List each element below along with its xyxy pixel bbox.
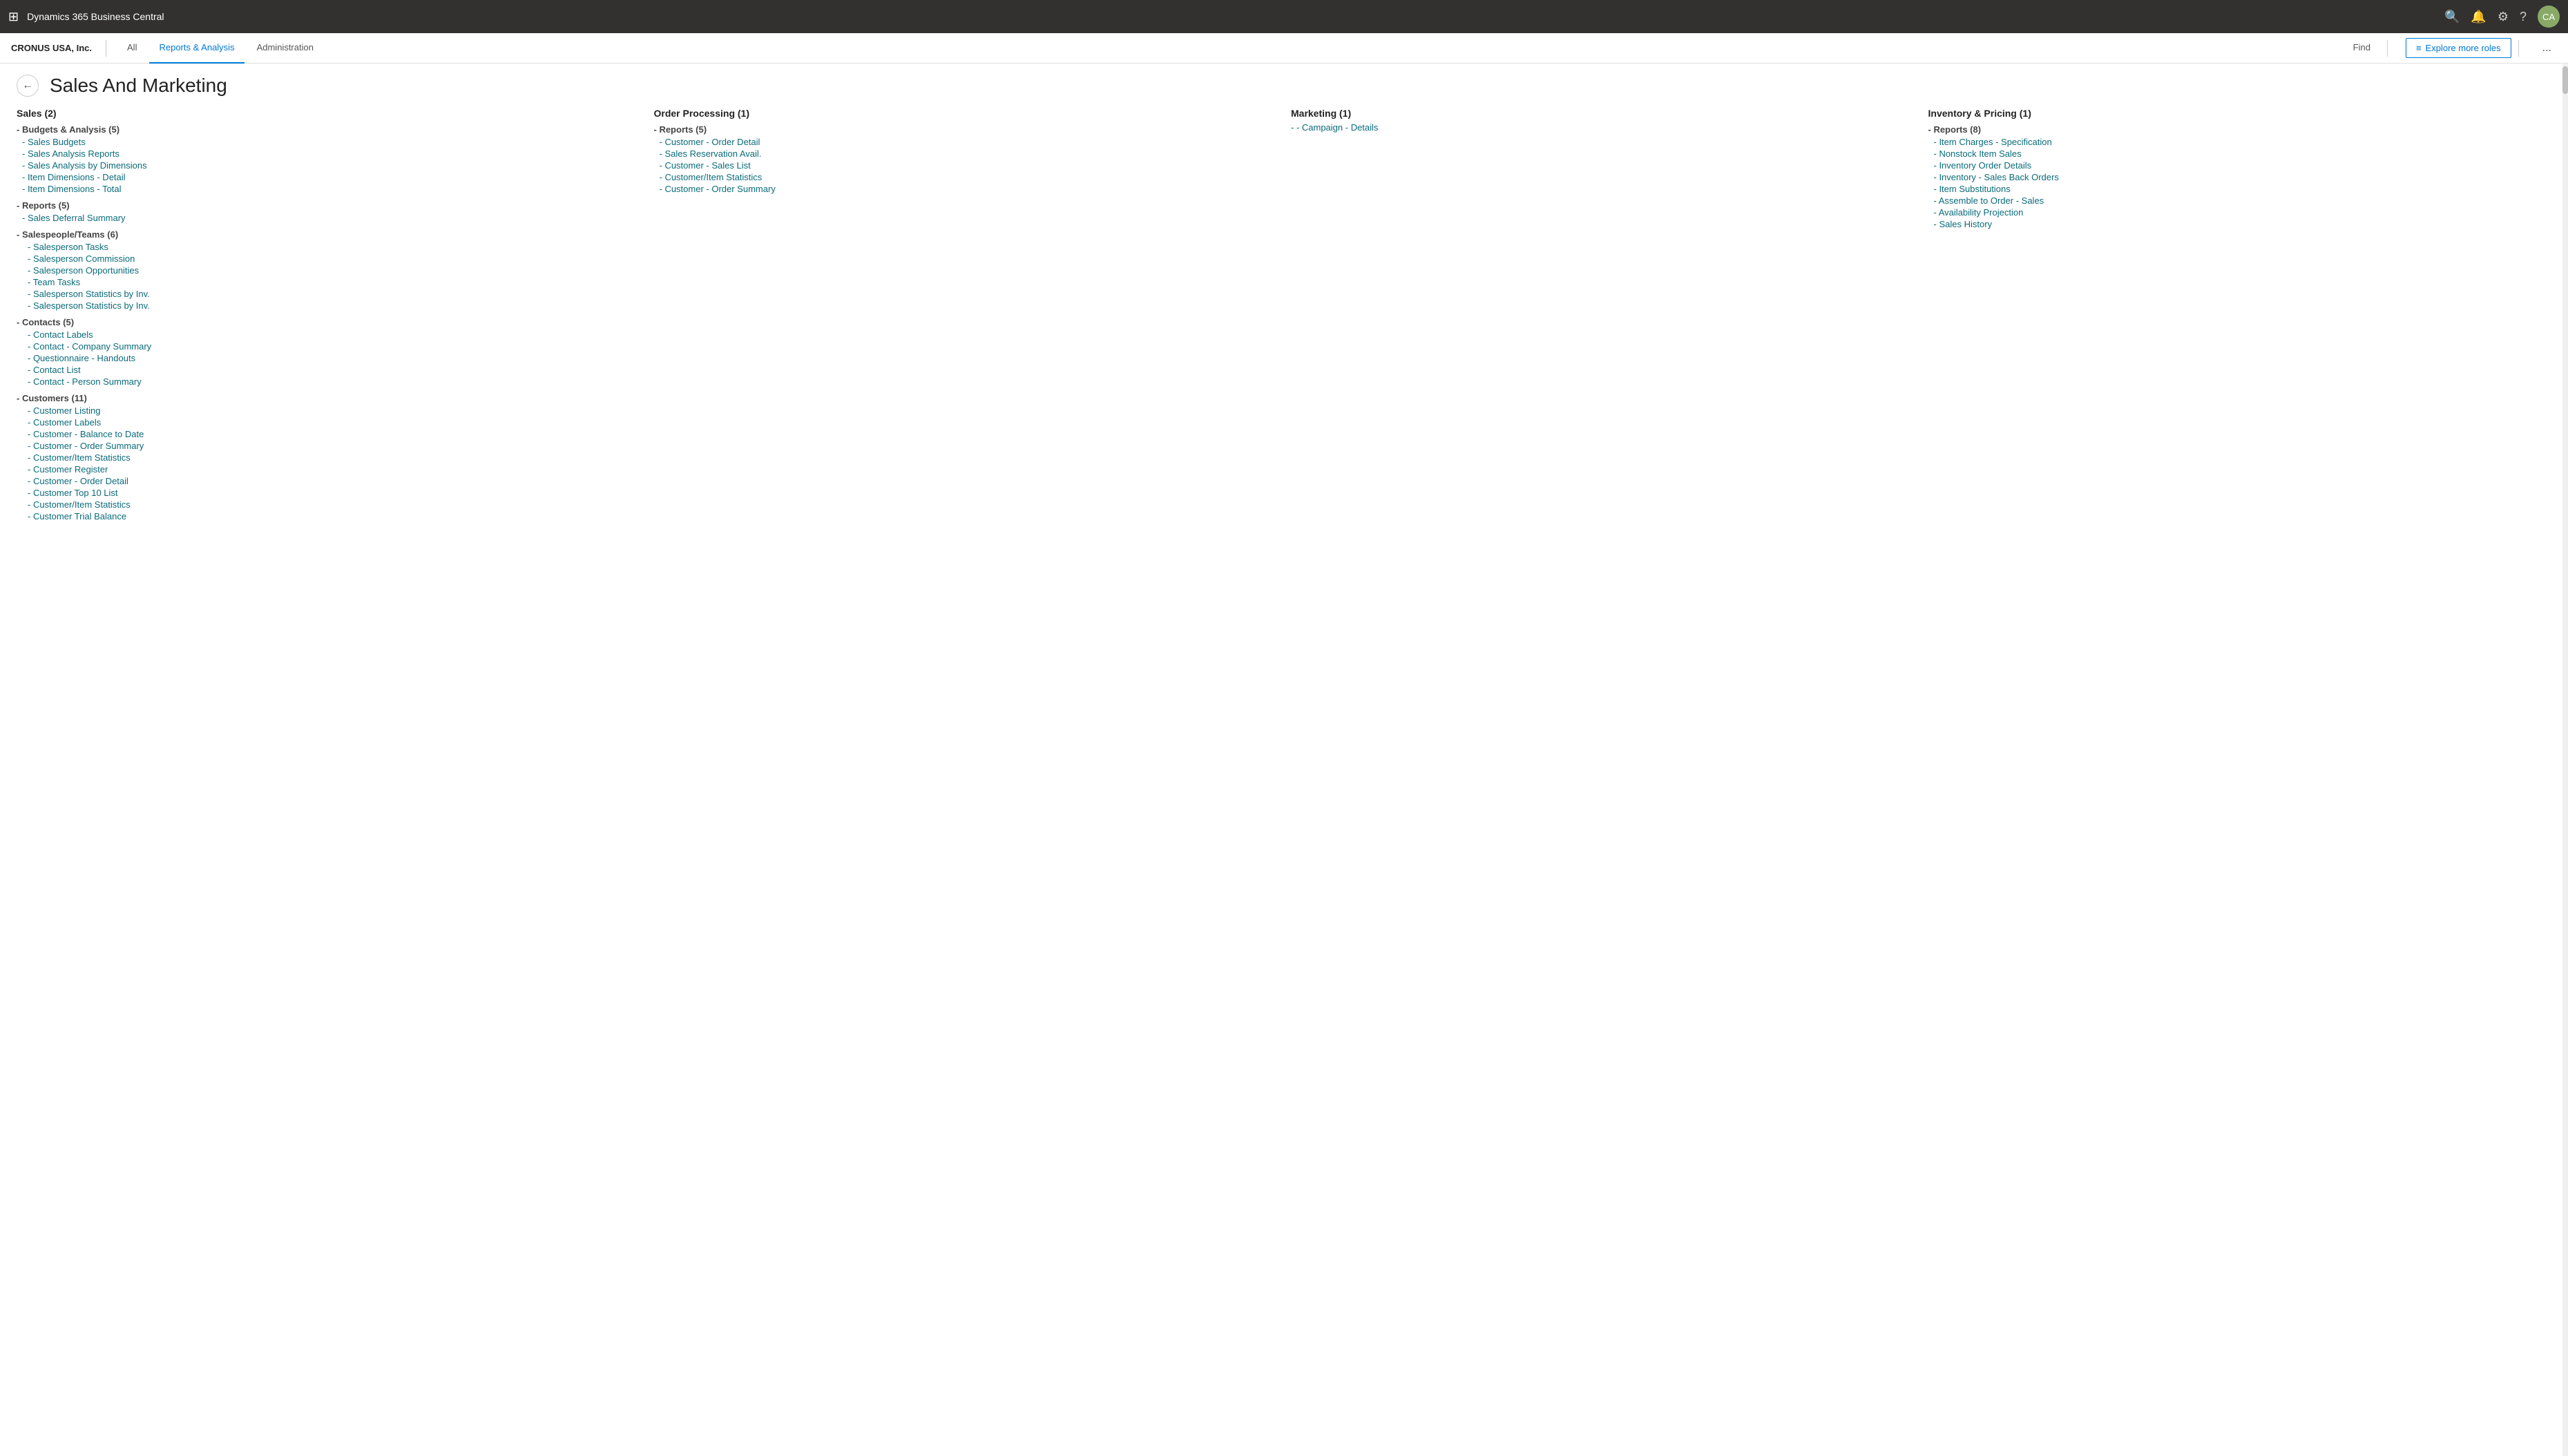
tab-reports-analysis[interactable]: Reports & Analysis	[149, 33, 244, 64]
subnav: CRONUS USA, Inc. All Reports & Analysis …	[0, 33, 2568, 64]
column-inventory_pricing: Inventory & Pricing (1)- Reports (8)- It…	[1928, 108, 2552, 522]
tab-find[interactable]: Find	[2344, 33, 2380, 64]
page-title: Sales And Marketing	[50, 75, 227, 97]
explore-roles-button[interactable]: ≡ Explore more roles	[2406, 38, 2511, 58]
link-item-sales-10[interactable]: - Salesperson Commission	[17, 253, 640, 265]
link-item-order_processing-2[interactable]: - Sales Reservation Avail.	[654, 148, 1278, 160]
subsection-order_processing-0: - Reports (5)	[654, 124, 1278, 135]
link-item-sales-9[interactable]: - Salesperson Tasks	[17, 241, 640, 253]
link-item-inventory_pricing-5[interactable]: - Item Substitutions	[1928, 183, 2552, 195]
link-item-sales-1[interactable]: - Sales Budgets	[17, 136, 640, 148]
explore-icon: ≡	[2416, 43, 2422, 53]
section-header-inventory_pricing: Inventory & Pricing (1)	[1928, 108, 2552, 119]
link-item-sales-29[interactable]: - Customer Top 10 List	[17, 487, 640, 499]
link-item-sales-16[interactable]: - Contact Labels	[17, 329, 640, 341]
more-button[interactable]: ...	[2537, 39, 2557, 57]
back-button[interactable]: ←	[17, 75, 39, 97]
section-header-sales: Sales (2)	[17, 108, 640, 119]
scrollbar-thumb[interactable]	[2562, 66, 2568, 94]
bell-icon[interactable]: 🔔	[2471, 10, 2486, 24]
link-item-sales-14[interactable]: - Salesperson Statistics by Inv.	[17, 300, 640, 312]
link-item-sales-2[interactable]: - Sales Analysis Reports	[17, 148, 640, 160]
column-order_processing: Order Processing (1)- Reports (5)- Custo…	[654, 108, 1278, 522]
link-item-order_processing-1[interactable]: - Customer - Order Detail	[654, 136, 1278, 148]
link-item-inventory_pricing-2[interactable]: - Nonstock Item Sales	[1928, 148, 2552, 160]
topbar-right: 🔍 🔔 ⚙ ? CA	[2444, 6, 2560, 28]
link-item-sales-30[interactable]: - Customer/Item Statistics	[17, 499, 640, 510]
tab-administration[interactable]: Administration	[247, 33, 323, 64]
link-item-inventory_pricing-1[interactable]: - Item Charges - Specification	[1928, 136, 2552, 148]
link-item-sales-11[interactable]: - Salesperson Opportunities	[17, 265, 640, 276]
gear-icon[interactable]: ⚙	[2498, 10, 2509, 24]
subsection-sales-0: - Budgets & Analysis (5)	[17, 124, 640, 135]
app-title: Dynamics 365 Business Central	[27, 11, 164, 22]
link-item-inventory_pricing-4[interactable]: - Inventory - Sales Back Orders	[1928, 171, 2552, 183]
link-item-sales-23[interactable]: - Customer Labels	[17, 416, 640, 428]
scrollbar-track[interactable]	[2562, 64, 2568, 1456]
link-item-sales-5[interactable]: - Item Dimensions - Total	[17, 183, 640, 195]
link-item-sales-31[interactable]: - Customer Trial Balance	[17, 510, 640, 522]
link-item-sales-28[interactable]: - Customer - Order Detail	[17, 475, 640, 487]
link-item-sales-7[interactable]: - Sales Deferral Summary	[17, 212, 640, 224]
tab-all[interactable]: All	[117, 33, 146, 64]
link-item-inventory_pricing-8[interactable]: - Sales History	[1928, 218, 2552, 230]
link-item-sales-13[interactable]: - Salesperson Statistics by Inv.	[17, 288, 640, 300]
subnav-tabs: All Reports & Analysis Administration	[117, 33, 323, 64]
section-header-order_processing: Order Processing (1)	[654, 108, 1278, 119]
link-item-inventory_pricing-3[interactable]: - Inventory Order Details	[1928, 160, 2552, 171]
company-name: CRONUS USA, Inc.	[11, 43, 92, 53]
link-item-sales-19[interactable]: - Contact List	[17, 364, 640, 376]
subsection-inventory_pricing-0: - Reports (8)	[1928, 124, 2552, 135]
column-marketing: Marketing (1) - - Campaign - Details	[1291, 108, 1915, 522]
link-item-sales-22[interactable]: - Customer Listing	[17, 405, 640, 416]
link-item-inventory_pricing-6[interactable]: - Assemble to Order - Sales	[1928, 195, 2552, 207]
page-header: ← Sales And Marketing	[0, 64, 2568, 102]
link-item-sales-18[interactable]: - Questionnaire - Handouts	[17, 352, 640, 364]
link-item-sales-17[interactable]: - Contact - Company Summary	[17, 341, 640, 352]
content-grid: Sales (2)- Budgets & Analysis (5)- Sales…	[0, 102, 2568, 539]
link-item-order_processing-5[interactable]: - Customer - Order Summary	[654, 183, 1278, 195]
waffle-icon[interactable]: ⊞	[8, 10, 19, 24]
link-item-sales-3[interactable]: - Sales Analysis by Dimensions	[17, 160, 640, 171]
topbar: ⊞ Dynamics 365 Business Central 🔍 🔔 ⚙ ? …	[0, 0, 2568, 33]
explore-label: Explore more roles	[2426, 43, 2501, 53]
link-item-order_processing-3[interactable]: - Customer - Sales List	[654, 160, 1278, 171]
subnav-divider3	[2518, 40, 2519, 57]
subsection-sales-6: - Reports (5)	[17, 200, 640, 211]
search-icon[interactable]: 🔍	[2444, 10, 2460, 24]
subnav-right: Find ≡ Explore more roles ...	[2344, 33, 2557, 64]
link-item-sales-27[interactable]: - Customer Register	[17, 463, 640, 475]
link-item-sales-4[interactable]: - Item Dimensions - Detail	[17, 171, 640, 183]
subsection-sales-21: - Customers (11)	[17, 393, 640, 403]
help-icon[interactable]: ?	[2520, 10, 2527, 24]
column-sales: Sales (2)- Budgets & Analysis (5)- Sales…	[17, 108, 640, 522]
link-item-sales-25[interactable]: - Customer - Order Summary	[17, 440, 640, 452]
link-item-sales-12[interactable]: - Team Tasks	[17, 276, 640, 288]
link-item-marketing-0[interactable]: - - Campaign - Details	[1291, 122, 1915, 133]
subsection-sales-8: - Salespeople/Teams (6)	[17, 229, 640, 240]
link-item-order_processing-4[interactable]: - Customer/Item Statistics	[654, 171, 1278, 183]
subnav-divider2	[2387, 40, 2388, 57]
section-header-marketing: Marketing (1)	[1291, 108, 1915, 119]
avatar[interactable]: CA	[2538, 6, 2560, 28]
link-item-sales-26[interactable]: - Customer/Item Statistics	[17, 452, 640, 463]
link-item-sales-24[interactable]: - Customer - Balance to Date	[17, 428, 640, 440]
link-item-inventory_pricing-7[interactable]: - Availability Projection	[1928, 207, 2552, 218]
subsection-sales-15: - Contacts (5)	[17, 317, 640, 327]
link-item-sales-20[interactable]: - Contact - Person Summary	[17, 376, 640, 387]
